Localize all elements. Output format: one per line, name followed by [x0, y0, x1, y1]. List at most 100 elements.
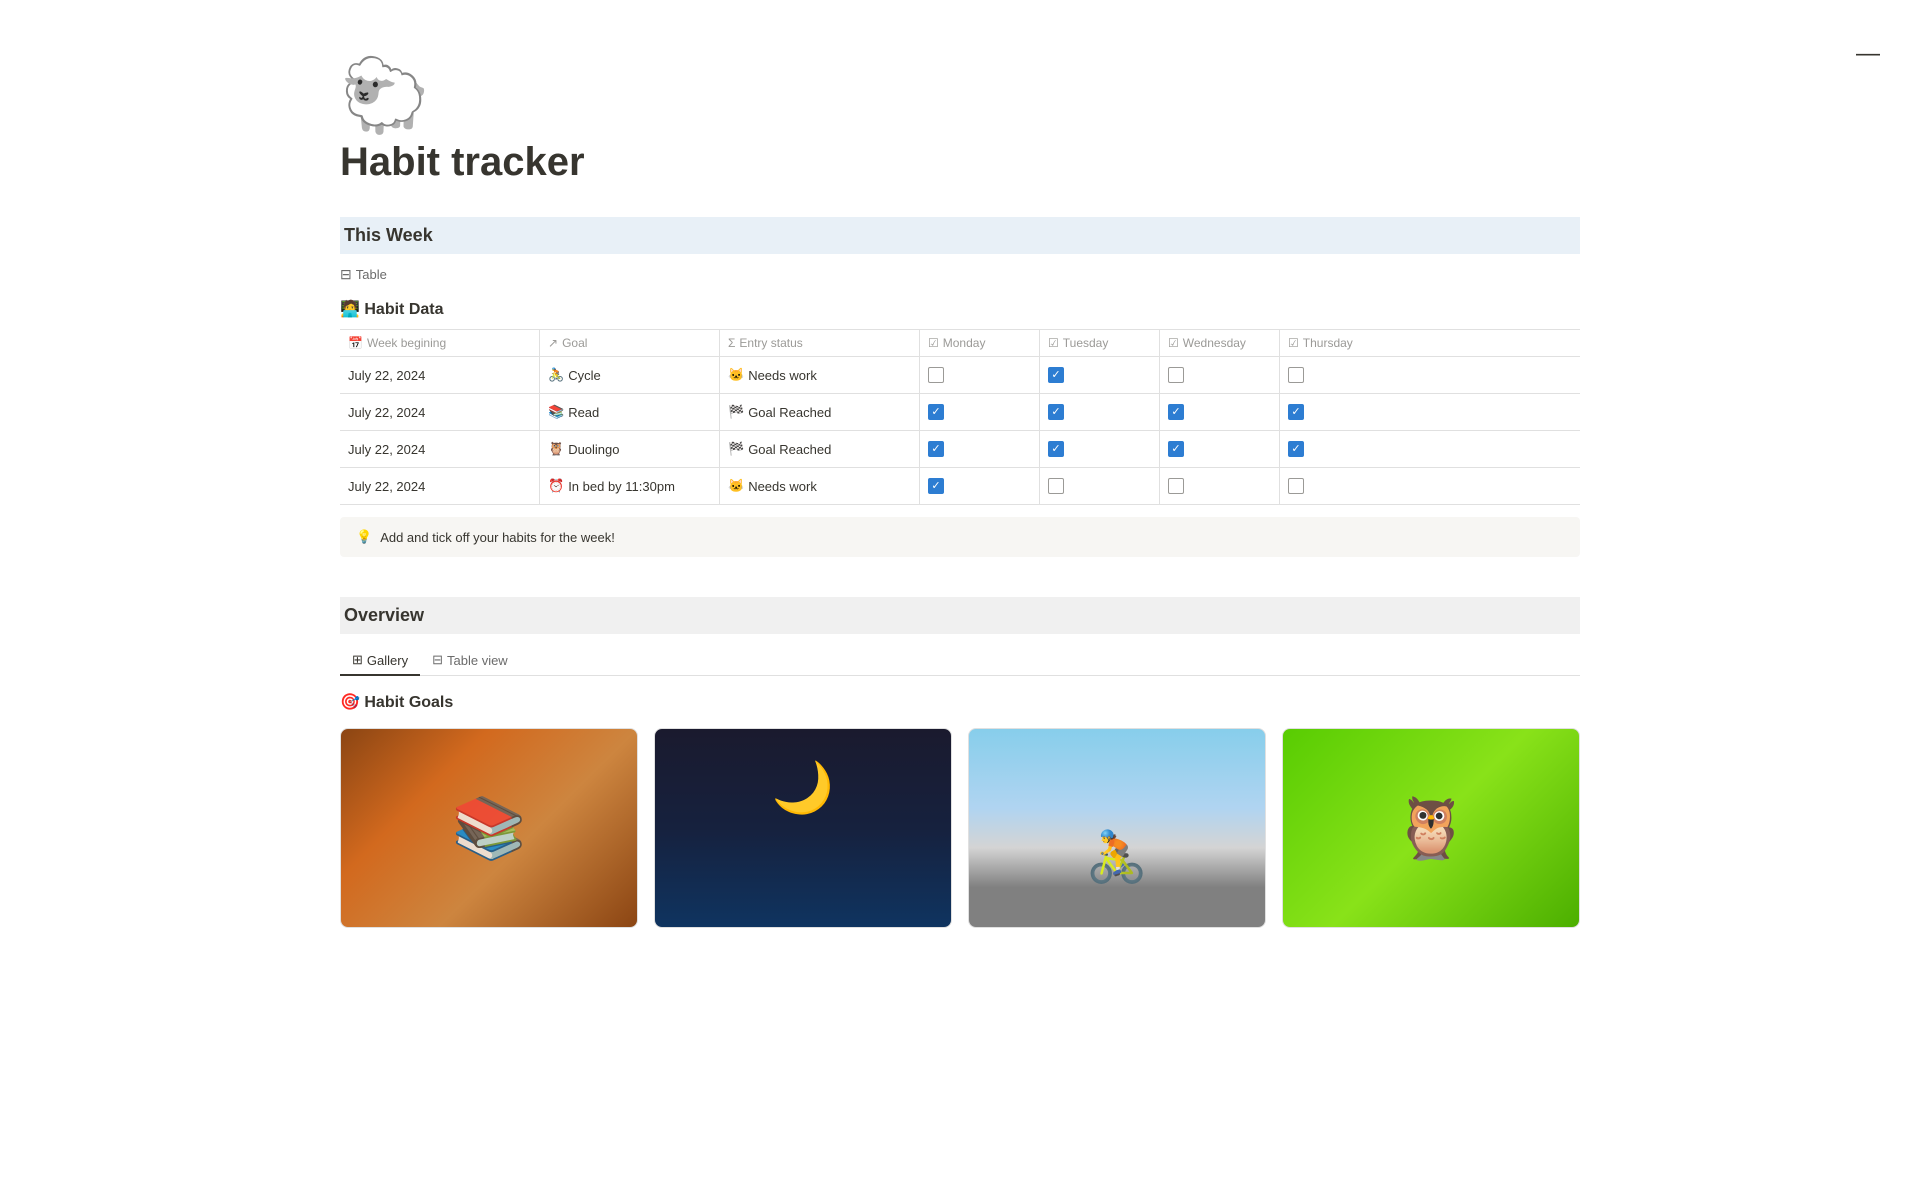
page-container: — 🐑 Habit tracker This Week ⊟ Table 🧑‍💻 … — [260, 0, 1660, 1000]
goal-text-1: Read — [568, 405, 599, 420]
gallery-card-books[interactable] — [340, 728, 638, 928]
checkbox-monday-3[interactable] — [928, 478, 944, 494]
cell-monday-0[interactable] — [920, 357, 1040, 393]
status-text-1: Goal Reached — [748, 405, 831, 420]
checkbox-wednesday-2[interactable] — [1168, 441, 1184, 457]
goal-icon-1: 📚 — [548, 404, 564, 420]
goal-icon-0: 🚴 — [548, 367, 564, 383]
cell-tuesday-3[interactable] — [1040, 468, 1160, 504]
checkbox-header-wednesday: ☑ — [1168, 336, 1179, 350]
tip-icon: 💡 — [356, 529, 372, 545]
cell-status-1: 🏁 Goal Reached — [720, 394, 920, 430]
checkbox-tuesday-3[interactable] — [1048, 478, 1064, 494]
table-row: July 22, 2024 🚴 Cycle 🐱 Needs work — [340, 357, 1580, 394]
checkbox-monday-2[interactable] — [928, 441, 944, 457]
col-entry-status: Σ Entry status — [720, 330, 920, 356]
gallery-card-duolingo[interactable] — [1282, 728, 1580, 928]
status-text-0: Needs work — [748, 368, 817, 383]
table-body: July 22, 2024 🚴 Cycle 🐱 Needs work — [340, 357, 1580, 505]
cell-wednesday-2[interactable] — [1160, 431, 1280, 467]
col-week-beginning: 📅 Week begining — [340, 330, 540, 356]
tab-gallery[interactable]: ⊞ Gallery — [340, 646, 420, 676]
col-thursday: ☑ Thursday — [1280, 330, 1400, 356]
cell-thursday-3[interactable] — [1280, 468, 1400, 504]
habit-goals-title: 🎯 Habit Goals — [340, 692, 1580, 712]
checkbox-thursday-3[interactable] — [1288, 478, 1304, 494]
checkbox-wednesday-0[interactable] — [1168, 367, 1184, 383]
cell-status-0: 🐱 Needs work — [720, 357, 920, 393]
tip-box: 💡 Add and tick off your habits for the w… — [340, 517, 1580, 557]
table-row: July 22, 2024 ⏰ In bed by 11:30pm 🐱 Need… — [340, 468, 1580, 505]
col-tuesday: ☑ Tuesday — [1040, 330, 1160, 356]
goal-text-3: In bed by 11:30pm — [568, 479, 675, 494]
cell-monday-2[interactable] — [920, 431, 1040, 467]
checkbox-wednesday-3[interactable] — [1168, 478, 1184, 494]
cell-date-1: July 22, 2024 — [340, 394, 540, 430]
cell-tuesday-2[interactable] — [1040, 431, 1160, 467]
cell-tuesday-0[interactable] — [1040, 357, 1160, 393]
arrow-icon: ↗ — [548, 336, 558, 350]
cell-tuesday-1[interactable] — [1040, 394, 1160, 430]
cell-monday-1[interactable] — [920, 394, 1040, 430]
cell-wednesday-0[interactable] — [1160, 357, 1280, 393]
habit-data-title: 🧑‍💻 Habit Data — [340, 299, 1580, 319]
overview-header: Overview — [340, 597, 1580, 634]
checkbox-header-monday: ☑ — [928, 336, 939, 350]
cell-wednesday-1[interactable] — [1160, 394, 1280, 430]
habit-table: 📅 Week begining ↗ Goal Σ Entry status ☑ … — [340, 329, 1580, 505]
table-icon: ⊟ — [340, 266, 352, 283]
minimize-button[interactable]: — — [1856, 40, 1880, 68]
cell-thursday-1[interactable] — [1280, 394, 1400, 430]
gallery-card-cycle[interactable] — [968, 728, 1266, 928]
tip-text: Add and tick off your habits for the wee… — [380, 530, 615, 545]
table-view-tab-label: Table view — [447, 653, 508, 668]
gallery-tab-label: Gallery — [367, 653, 408, 668]
col-monday: ☑ Monday — [920, 330, 1040, 356]
checkbox-thursday-1[interactable] — [1288, 404, 1304, 420]
tab-table-view[interactable]: ⊟ Table view — [420, 646, 520, 676]
cell-goal-1[interactable]: 📚 Read — [540, 394, 720, 430]
tabs-bar: ⊞ Gallery ⊟ Table view — [340, 646, 1580, 676]
goal-icon-2: 🦉 — [548, 441, 564, 457]
cell-thursday-0[interactable] — [1280, 357, 1400, 393]
overview-title: Overview — [340, 605, 424, 625]
this-week-section: This Week ⊟ Table 🧑‍💻 Habit Data 📅 Week … — [340, 217, 1580, 557]
gallery-card-night[interactable] — [654, 728, 952, 928]
checkbox-monday-0[interactable] — [928, 367, 944, 383]
cell-date-3: July 22, 2024 — [340, 468, 540, 504]
cell-goal-3[interactable]: ⏰ In bed by 11:30pm — [540, 468, 720, 504]
cell-date-2: July 22, 2024 — [340, 431, 540, 467]
cell-goal-0[interactable]: 🚴 Cycle — [540, 357, 720, 393]
cell-goal-2[interactable]: 🦉 Duolingo — [540, 431, 720, 467]
checkbox-header-tuesday: ☑ — [1048, 336, 1059, 350]
table-view-label: Table — [356, 267, 387, 282]
goal-text-0: Cycle — [568, 368, 601, 383]
col-goal: ↗ Goal — [540, 330, 720, 356]
checkbox-wednesday-1[interactable] — [1168, 404, 1184, 420]
cell-status-3: 🐱 Needs work — [720, 468, 920, 504]
status-icon-0: 🐱 — [728, 367, 744, 383]
cell-date-0: July 22, 2024 — [340, 357, 540, 393]
status-text-3: Needs work — [748, 479, 817, 494]
goal-text-2: Duolingo — [568, 442, 619, 457]
table-row: July 22, 2024 📚 Read 🏁 Goal Reached — [340, 394, 1580, 431]
status-icon-3: 🐱 — [728, 478, 744, 494]
cell-wednesday-3[interactable] — [1160, 468, 1280, 504]
cell-thursday-2[interactable] — [1280, 431, 1400, 467]
checkbox-tuesday-0[interactable] — [1048, 367, 1064, 383]
gallery-grid — [340, 728, 1580, 928]
checkbox-tuesday-1[interactable] — [1048, 404, 1064, 420]
checkbox-thursday-0[interactable] — [1288, 367, 1304, 383]
sigma-icon: Σ — [728, 336, 735, 350]
checkbox-header-thursday: ☑ — [1288, 336, 1299, 350]
table-view-tab-icon: ⊟ — [432, 652, 443, 668]
overview-section: Overview ⊞ Gallery ⊟ Table view 🎯 Habit … — [340, 597, 1580, 928]
page-icon: 🐑 — [340, 60, 1580, 132]
checkbox-thursday-2[interactable] — [1288, 441, 1304, 457]
checkbox-tuesday-2[interactable] — [1048, 441, 1064, 457]
checkbox-monday-1[interactable] — [928, 404, 944, 420]
col-wednesday: ☑ Wednesday — [1160, 330, 1280, 356]
cell-monday-3[interactable] — [920, 468, 1040, 504]
table-view-toggle[interactable]: ⊟ Table — [340, 262, 1580, 287]
status-icon-1: 🏁 — [728, 404, 744, 420]
